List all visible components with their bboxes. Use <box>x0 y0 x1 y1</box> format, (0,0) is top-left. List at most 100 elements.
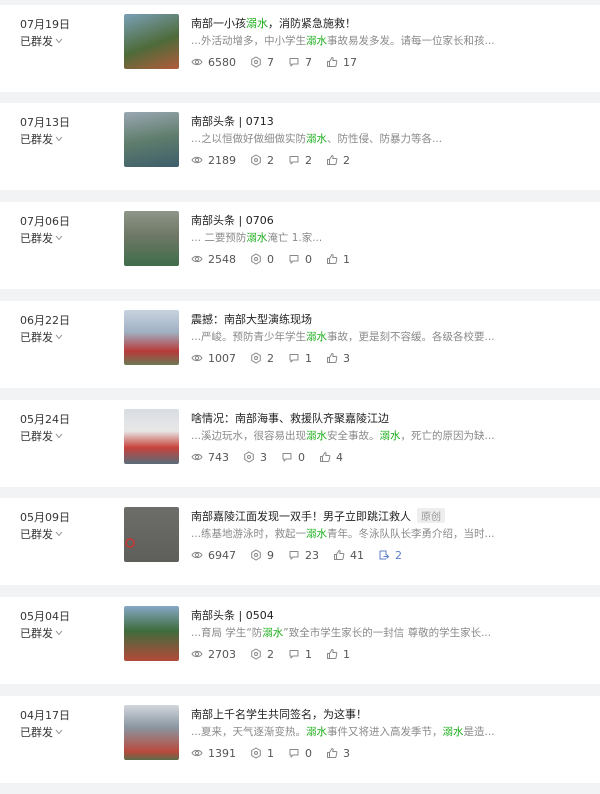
comment-count[interactable]: 0 <box>288 253 312 266</box>
article-stats: 1007 2 1 3 <box>191 350 364 366</box>
status-dropdown[interactable]: 已群发 <box>20 526 63 542</box>
article-thumbnail[interactable] <box>124 211 179 266</box>
like-count[interactable]: 4 <box>319 451 343 464</box>
article-title[interactable]: 啥情况：南部海事、救援队齐聚嘉陵江边 <box>191 410 591 426</box>
wow-count[interactable]: 7 <box>250 56 274 69</box>
share-count[interactable]: 2 <box>378 549 402 562</box>
read-count[interactable]: 1007 <box>191 352 236 365</box>
comment-count[interactable]: 0 <box>288 747 312 760</box>
comment-count-value: 7 <box>305 55 312 69</box>
read-count[interactable]: 2189 <box>191 154 236 167</box>
like-count[interactable]: 1 <box>326 253 350 266</box>
article-row[interactable]: 07月19日 已群发 南部一小孩溺水，消防紧急施救！ ...外活动增多，中小学生溺水事… <box>0 5 600 92</box>
comment-icon <box>288 56 305 68</box>
comment-count[interactable]: 0 <box>281 451 305 464</box>
article-excerpt: ...外活动增多，中小学生溺水事故易发多发。请每一位家长和孩... <box>191 33 511 48</box>
article-title[interactable]: 南部头条 | 0713 <box>191 113 591 129</box>
read-count-value: 1007 <box>208 351 236 365</box>
chevron-down-icon <box>55 629 63 639</box>
like-count[interactable]: 2 <box>326 154 350 167</box>
article-thumbnail[interactable] <box>124 507 179 562</box>
wow-count[interactable]: 2 <box>250 154 274 167</box>
wow-count-value: 9 <box>267 548 274 562</box>
comment-count[interactable]: 2 <box>288 154 312 167</box>
read-count[interactable]: 743 <box>191 451 229 464</box>
like-icon <box>326 648 343 660</box>
like-count-value: 41 <box>350 548 364 562</box>
article-stats: 2548 0 0 1 <box>191 251 364 267</box>
article-title[interactable]: 南部一小孩溺水，消防紧急施救！ <box>191 15 591 31</box>
title-segment: 南部头条 | 0713 <box>191 115 274 128</box>
status-dropdown[interactable]: 已群发 <box>20 33 63 49</box>
read-count[interactable]: 1391 <box>191 747 236 760</box>
comment-count[interactable]: 7 <box>288 56 312 69</box>
article-row[interactable]: 05月04日 已群发 南部头条 | 0504 ...育局 学生“防溺水”致全市学生家长… <box>0 597 600 684</box>
article-stats: 2703 2 1 1 <box>191 646 364 662</box>
status-dropdown[interactable]: 已群发 <box>20 230 63 246</box>
wow-count[interactable]: 3 <box>243 451 267 464</box>
like-count[interactable]: 41 <box>333 549 364 562</box>
excerpt-segment: ...之以恒做好做细做实防 <box>191 133 307 145</box>
excerpt-segment: 溺水 <box>306 331 328 343</box>
wow-icon <box>250 154 267 166</box>
wow-icon <box>243 451 260 463</box>
article-title[interactable]: 震撼：南部大型演练现场 <box>191 311 591 327</box>
status-dropdown[interactable]: 已群发 <box>20 329 63 345</box>
article-row[interactable]: 07月13日 已群发 南部头条 | 0713 ...之以恒做好做细做实防溺水、防性侵、… <box>0 103 600 190</box>
title-segment: 南部嘉陵江面发现一双手！男子立即跳江救人 <box>191 510 411 523</box>
article-title[interactable]: 南部头条 | 0504 <box>191 607 591 623</box>
excerpt-segment: 青年。冬泳队队长李勇介绍，当时... <box>327 528 495 540</box>
article-date: 06月22日 <box>20 314 70 327</box>
article-thumbnail[interactable] <box>124 14 179 69</box>
like-count-value: 1 <box>343 252 350 266</box>
like-count[interactable]: 17 <box>326 56 357 69</box>
comment-count[interactable]: 1 <box>288 352 312 365</box>
article-thumbnail[interactable] <box>124 606 179 661</box>
excerpt-segment: 是造... <box>463 726 495 738</box>
excerpt-segment: ...练基地游泳时，救起一 <box>191 528 307 540</box>
comment-count[interactable]: 1 <box>288 648 312 661</box>
article-thumbnail[interactable] <box>124 310 179 365</box>
read-count[interactable]: 6580 <box>191 56 236 69</box>
excerpt-segment: 溺水 <box>306 35 328 47</box>
comment-count[interactable]: 23 <box>288 549 319 562</box>
like-count[interactable]: 1 <box>326 648 350 661</box>
like-count[interactable]: 3 <box>326 747 350 760</box>
wow-count[interactable]: 1 <box>250 747 274 760</box>
article-title[interactable]: 南部嘉陵江面发现一双手！男子立即跳江救人 原创 <box>191 508 591 524</box>
article-row[interactable]: 07月06日 已群发 南部头条 | 0706 ... 二要预防溺水淹亡 1.家... 2… <box>0 202 600 289</box>
wow-count[interactable]: 2 <box>250 352 274 365</box>
status-dropdown[interactable]: 已群发 <box>20 131 63 147</box>
wow-count[interactable]: 2 <box>250 648 274 661</box>
excerpt-segment: ... 二要预防 <box>191 232 247 244</box>
read-count[interactable]: 2548 <box>191 253 236 266</box>
eye-icon <box>191 747 208 759</box>
excerpt-segment: ...育局 学生“防 <box>191 627 263 639</box>
excerpt-segment: ...严峻。预防青少年学生 <box>191 331 307 343</box>
article-row[interactable]: 04月17日 已群发 南部上千名学生共同签名，为这事！ ...夏来，天气逐渐变热。溺水… <box>0 696 600 783</box>
like-count[interactable]: 3 <box>326 352 350 365</box>
status-dropdown[interactable]: 已群发 <box>20 724 63 740</box>
status-dropdown[interactable]: 已群发 <box>20 428 63 444</box>
article-thumbnail[interactable] <box>124 112 179 167</box>
article-row[interactable]: 05月24日 已群发 啥情况：南部海事、救援队齐聚嘉陵江边 ...溪边玩水，很容易出现… <box>0 400 600 487</box>
comment-icon <box>288 253 305 265</box>
article-thumbnail[interactable] <box>124 409 179 464</box>
eye-icon <box>191 56 208 68</box>
article-title[interactable]: 南部上千名学生共同签名，为这事！ <box>191 706 591 722</box>
title-segment: 啥情况：南部海事、救援队齐聚嘉陵江边 <box>191 412 389 425</box>
wow-count[interactable]: 9 <box>250 549 274 562</box>
article-row[interactable]: 05月09日 已群发 南部嘉陵江面发现一双手！男子立即跳江救人 原创 ...练基地游泳时… <box>0 498 600 585</box>
article-row[interactable]: 06月22日 已群发 震撼：南部大型演练现场 ...严峻。预防青少年学生溺水事故，更是… <box>0 301 600 388</box>
comment-icon <box>288 648 305 660</box>
comment-count-value: 0 <box>305 252 312 266</box>
read-count[interactable]: 6947 <box>191 549 236 562</box>
article-title[interactable]: 南部头条 | 0706 <box>191 212 591 228</box>
status-dropdown[interactable]: 已群发 <box>20 625 63 641</box>
status-label: 已群发 <box>20 232 53 245</box>
wow-count[interactable]: 0 <box>250 253 274 266</box>
read-count[interactable]: 2703 <box>191 648 236 661</box>
article-thumbnail[interactable] <box>124 705 179 760</box>
read-count-value: 1391 <box>208 746 236 760</box>
comment-count-value: 23 <box>305 548 319 562</box>
